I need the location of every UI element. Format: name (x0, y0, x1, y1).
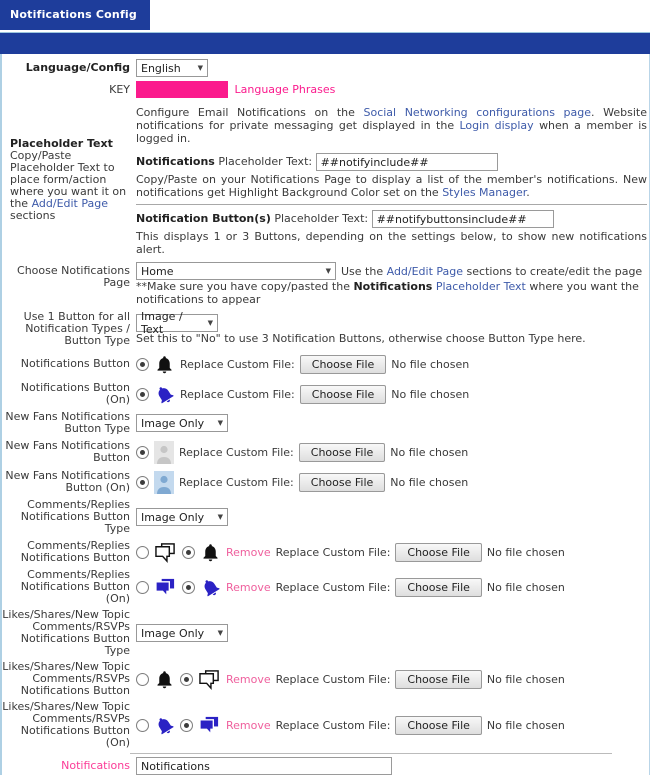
content: Language/Config English ▼ KEY Language P… (0, 54, 650, 775)
bell-ringing-icon (154, 715, 175, 736)
chevron-down-icon: ▼ (197, 64, 203, 72)
choose-file-button[interactable]: Choose File (298, 442, 386, 462)
placeholder-section: Placeholder Text Copy/Paste Placeholder … (2, 106, 647, 256)
styles-manager-link[interactable]: Styles Manager (442, 186, 526, 199)
default-image-radio[interactable] (136, 445, 149, 459)
one-button-note: Set this to "No" to use 3 Notification B… (136, 331, 586, 345)
default-image-radio[interactable] (180, 718, 193, 732)
upload-row: Comments/Replies Notifications Button Re… (20, 539, 565, 564)
bell-ringing-icon (154, 384, 175, 405)
notifications-field-label: Notifications (61, 759, 130, 772)
key-input[interactable] (136, 81, 228, 98)
upload-row: Likes/Shares/New Topic Comments/RSVPs No… (2, 660, 565, 697)
choose-page-note-2: **Make sure you have copy/pasted the Not… (136, 280, 639, 306)
remove-link[interactable]: Remove (226, 546, 271, 559)
bell-icon (154, 354, 175, 375)
language-select-value: English (141, 61, 181, 75)
person-icon (154, 440, 174, 464)
notification-buttons-desc: This displays 1 or 3 Buttons, depending … (136, 230, 647, 256)
tab-notifications-config[interactable]: Notifications Config (0, 0, 150, 30)
language-config-row: Language/Config English ▼ (2, 59, 647, 77)
choose-file-button[interactable]: Choose File (299, 354, 387, 374)
key-row: KEY Language Phrases (2, 81, 647, 98)
custom-image-radio[interactable] (136, 580, 149, 594)
notification-buttons-placeholder-input[interactable] (371, 210, 554, 228)
header-bar (0, 32, 650, 54)
choose-file-button[interactable]: Choose File (298, 472, 386, 492)
upload-row: Notifications Button Replace Custom File… (2, 351, 647, 377)
remove-link[interactable]: Remove (226, 673, 271, 686)
one-button-label: Use 1 Button for all Notification Types … (23, 310, 130, 347)
sidebar-note: Placeholder Text Copy/Paste Placeholder … (2, 106, 136, 222)
upload-row: New Fans Notifications Button Replace Cu… (5, 439, 469, 464)
upload-row: Notifications Button (On) Replace Custom… (20, 381, 470, 406)
choose-file-button[interactable]: Choose File (395, 542, 482, 562)
speech-bubbles-blue-icon (198, 715, 221, 736)
chevron-down-icon: ▼ (325, 267, 331, 275)
upload-row: Comments/Replies Notifications Button (O… (20, 568, 565, 605)
login-display-link[interactable]: Login display (460, 119, 534, 132)
bell-ringing-icon (200, 577, 221, 598)
choose-file-button[interactable]: Choose File (395, 715, 482, 735)
choose-file-button[interactable]: Choose File (299, 384, 387, 404)
type-row: Comments/Replies Notifications Button Ty… (2, 499, 647, 535)
tab-title: Notifications Config (10, 8, 137, 21)
language-config-label: Language/Config (25, 61, 130, 74)
likes-type-select[interactable]: Image Only ▼ (136, 624, 228, 642)
choose-page-label: Choose Notifications Page (17, 264, 130, 289)
type-row: Likes/Shares/New Topic Comments/RSVPs No… (2, 609, 647, 657)
sidebar-note-text2: sections (10, 209, 56, 222)
type-row: New Fans Notifications Button Type Image… (2, 411, 647, 435)
bell-icon (154, 669, 175, 690)
chevron-down-icon: ▼ (217, 419, 223, 427)
custom-image-radio[interactable] (136, 672, 149, 686)
upload-row: Likes/Shares/New Topic Comments/RSVPs No… (2, 700, 565, 749)
choose-file-button[interactable]: Choose File (395, 577, 482, 597)
default-image-radio[interactable] (182, 545, 195, 559)
person-blue-icon (154, 470, 174, 494)
notifications-field-input[interactable] (136, 757, 392, 775)
remove-link[interactable]: Remove (226, 581, 271, 594)
bell-icon (200, 542, 221, 563)
new-fans-type-select[interactable]: Image Only ▼ (136, 414, 228, 432)
choose-page-select-value: Home (141, 264, 174, 278)
choose-page-note: Use the Add/Edit Page sections to create… (341, 264, 643, 278)
social-networking-config-link[interactable]: Social Networking configurations page (363, 106, 591, 119)
divider (136, 204, 647, 205)
one-button-row: Use 1 Button for all Notification Types … (2, 310, 647, 347)
language-select[interactable]: English ▼ (136, 59, 208, 77)
default-image-radio[interactable] (136, 475, 149, 489)
default-image-radio[interactable] (182, 580, 195, 594)
notification-buttons-placeholder-row: Notification Button(s) Placeholder Text: (136, 210, 647, 228)
chevron-down-icon: ▼ (207, 318, 213, 327)
choose-page-row: Choose Notifications Page Home ▼ Use the… (2, 262, 647, 306)
custom-image-radio[interactable] (136, 718, 149, 732)
notifications-placeholder-input[interactable] (315, 153, 498, 171)
one-button-select[interactable]: Image / Text ▼ (136, 310, 218, 336)
placeholder-text-link[interactable]: Placeholder Text (436, 280, 526, 293)
add-edit-page-link-2[interactable]: Add/Edit Page (387, 265, 463, 278)
remove-link[interactable]: Remove (226, 719, 271, 732)
choose-file-button[interactable]: Choose File (395, 669, 482, 689)
comments-type-select[interactable]: Image Only ▼ (136, 508, 228, 526)
speech-bubbles-blue-icon (154, 577, 177, 598)
notifications-placeholder-desc: Copy/Paste on your Notifications Page to… (136, 173, 647, 199)
chevron-down-icon: ▼ (217, 513, 223, 521)
choose-page-select[interactable]: Home ▼ (136, 262, 336, 280)
divider (130, 753, 612, 754)
custom-image-radio[interactable] (136, 545, 149, 559)
notifications-placeholder-row: Notifications Placeholder Text: (136, 153, 647, 171)
intro-paragraph: Configure Email Notifications on the Soc… (136, 106, 648, 145)
default-image-radio[interactable] (136, 357, 149, 371)
key-label: KEY (109, 82, 130, 96)
page: Notifications Config Language/Config Eng… (0, 0, 650, 775)
speech-bubbles-icon (198, 669, 221, 690)
notifications-field-row: Notifications (2, 757, 647, 775)
speech-bubbles-icon (154, 542, 177, 563)
language-phrases-link[interactable]: Language Phrases (235, 83, 336, 96)
default-image-radio[interactable] (136, 387, 149, 401)
upload-row: New Fans Notifications Button (On) Repla… (5, 469, 469, 494)
default-image-radio[interactable] (180, 672, 193, 686)
chevron-down-icon: ▼ (217, 629, 223, 637)
